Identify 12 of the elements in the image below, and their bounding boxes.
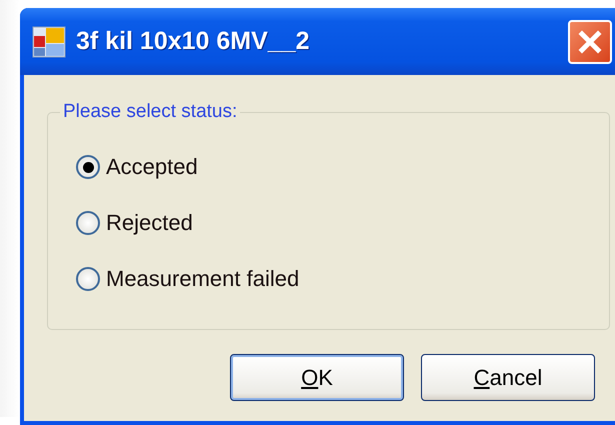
- close-icon: [577, 28, 603, 54]
- close-button[interactable]: [568, 20, 612, 64]
- radio-button[interactable]: [76, 267, 100, 291]
- dialog-button[interactable]: Cancel: [421, 354, 595, 401]
- radio-button[interactable]: [76, 211, 100, 235]
- radio-button[interactable]: [76, 155, 100, 179]
- option-label[interactable]: Measurement failed: [106, 266, 300, 292]
- option-label[interactable]: Rejected: [106, 210, 193, 236]
- dialog-button[interactable]: OK: [230, 354, 404, 401]
- app-icon: [32, 26, 66, 58]
- option-label[interactable]: Accepted: [106, 154, 198, 180]
- window-title: 3f kil 10x10 6MV__2: [76, 27, 310, 56]
